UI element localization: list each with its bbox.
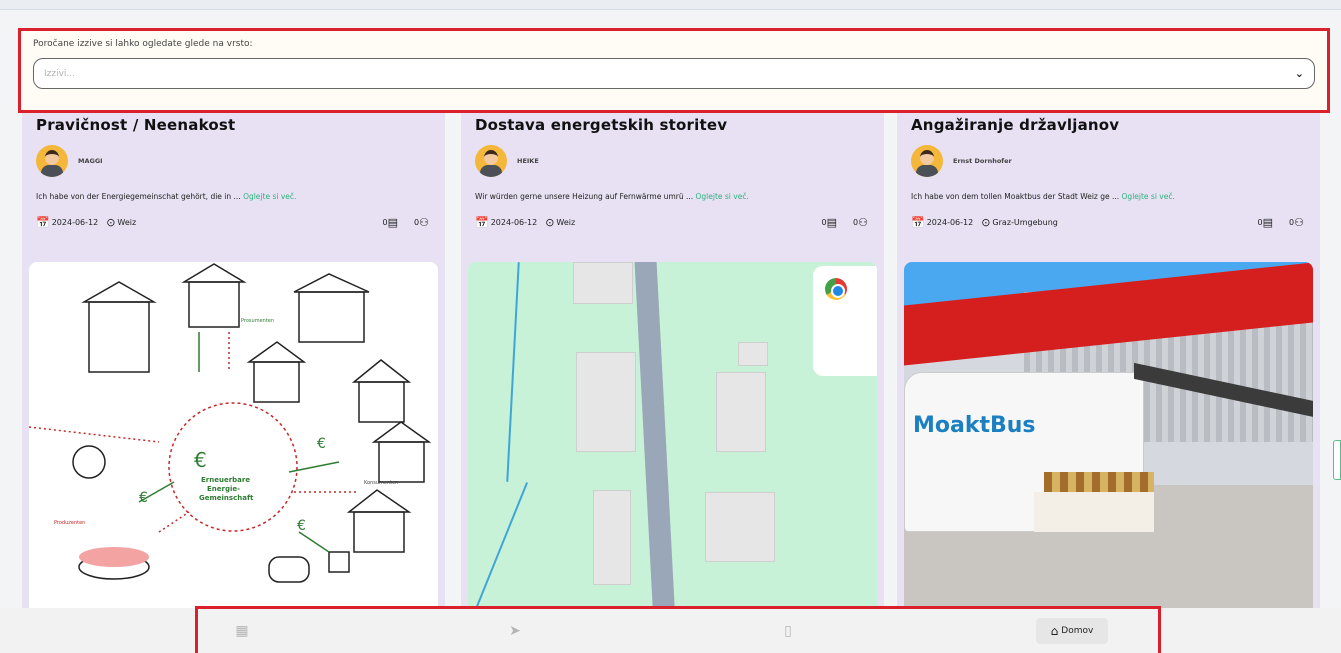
card-image-energy-community: € € € € Erneuerbare Energie- Gemeinschaf… bbox=[29, 262, 438, 610]
card-date: 2024-06-12 bbox=[51, 217, 99, 227]
location-pin-icon: ⊙ bbox=[106, 215, 116, 229]
card-location: Weiz bbox=[117, 217, 137, 227]
calendar-icon: 📅 bbox=[475, 215, 489, 229]
card-date: 2024-06-12 bbox=[490, 217, 538, 227]
chevron-down-icon: ⌄ bbox=[1294, 67, 1304, 80]
comment-icon[interactable]: ▤ bbox=[388, 216, 398, 229]
illus-prosumers: Prosumenten bbox=[241, 318, 274, 324]
card-location: Graz-Umgebung bbox=[992, 217, 1058, 227]
top-bar bbox=[0, 0, 1341, 10]
card-excerpt: Ich habe von der Energiegemeinschat gehö… bbox=[36, 192, 431, 201]
author-name: HEIKE bbox=[517, 157, 539, 165]
card-meta: 📅 2024-06-12 ⊙ Weiz 0 ▤ 0 ⚇ bbox=[475, 215, 870, 229]
see-more-link[interactable]: Oglejte si več. bbox=[1122, 192, 1175, 201]
calendar-icon: 📅 bbox=[36, 215, 50, 229]
illus-center-line2: Energie- bbox=[207, 485, 240, 493]
challenge-type-select[interactable]: Izzivi... ⌄ bbox=[33, 58, 1315, 89]
author-name: Ernst Dornhofer bbox=[953, 157, 1012, 165]
see-more-link[interactable]: Oglejte si več. bbox=[696, 192, 749, 201]
challenge-card[interactable]: Dostava energetskih storitev HEIKE Wir w… bbox=[461, 100, 884, 610]
card-title: Angažiranje državljanov bbox=[911, 116, 1120, 134]
challenge-filter: Poročane izzive si lahko ogledate glede … bbox=[18, 28, 1330, 113]
card-meta: 📅 2024-06-12 ⊙ Weiz 0 ▤ 0 ⚇ bbox=[36, 215, 431, 229]
browser-notification[interactable] bbox=[813, 266, 877, 376]
van-logo-text: MoaktBus bbox=[913, 413, 1036, 438]
svg-text:€: € bbox=[194, 448, 207, 472]
side-tab[interactable] bbox=[1333, 440, 1341, 480]
home-label: Domov bbox=[1061, 626, 1094, 636]
card-author: Ernst Dornhofer bbox=[911, 144, 1306, 178]
illus-center-line1: Erneuerbare bbox=[201, 476, 250, 484]
map-building bbox=[576, 352, 636, 452]
nav-map[interactable]: ▯ bbox=[778, 618, 798, 644]
chrome-icon bbox=[825, 278, 847, 300]
excerpt-text: Wir würden gerne unsere Heizung auf Fern… bbox=[475, 192, 694, 201]
challenge-card[interactable]: Angažiranje državljanov Ernst Dornhofer … bbox=[897, 100, 1320, 610]
card-title: Dostava energetskih storitev bbox=[475, 116, 728, 134]
location-pin-icon: ⊙ bbox=[981, 215, 991, 229]
card-excerpt: Wir würden gerne unsere Heizung auf Fern… bbox=[475, 192, 870, 201]
market-table bbox=[1034, 492, 1154, 532]
challenge-card[interactable]: Pravičnost / Neenakost MAGGI Ich habe vo… bbox=[22, 100, 445, 610]
card-meta: 📅 2024-06-12 ⊙ Graz-Umgebung 0 ▤ 0 ⚇ bbox=[911, 215, 1306, 229]
card-map[interactable] bbox=[468, 262, 877, 610]
card-excerpt: Ich habe von dem tollen Moaktbus der Sta… bbox=[911, 192, 1306, 201]
author-name: MAGGI bbox=[78, 157, 103, 165]
dashboard-icon: ▦ bbox=[235, 623, 249, 639]
avatar bbox=[911, 145, 943, 177]
send-icon: ➤ bbox=[509, 623, 521, 639]
excerpt-text: Ich habe von dem tollen Moaktbus der Sta… bbox=[911, 192, 1120, 201]
svg-text:€: € bbox=[297, 518, 306, 534]
location-pin-icon: ⊙ bbox=[545, 215, 555, 229]
map-road bbox=[634, 262, 676, 610]
user-support-icon[interactable]: ⚇ bbox=[419, 216, 429, 229]
card-date: 2024-06-12 bbox=[926, 217, 974, 227]
avatar bbox=[475, 145, 507, 177]
illus-consumers: Konsumenten bbox=[364, 480, 398, 486]
card-author: HEIKE bbox=[475, 144, 870, 178]
card-photo-moaktbus: MoaktBus bbox=[904, 262, 1313, 610]
illus-producers: Produzenten bbox=[54, 520, 85, 526]
map-building bbox=[593, 490, 631, 585]
filter-label: Poročane izzive si lahko ogledate glede … bbox=[33, 39, 253, 49]
map-building bbox=[738, 342, 768, 366]
map-stream bbox=[469, 482, 529, 610]
select-placeholder: Izzivi... bbox=[44, 68, 76, 79]
comment-icon[interactable]: ▤ bbox=[1263, 216, 1273, 229]
nav-home[interactable]: ⌂ Domov bbox=[1036, 618, 1108, 644]
user-support-icon[interactable]: ⚇ bbox=[1294, 216, 1304, 229]
map-stream bbox=[506, 262, 520, 482]
card-title: Pravičnost / Neenakost bbox=[36, 116, 236, 134]
see-more-link[interactable]: Oglejte si več. bbox=[243, 192, 296, 201]
nav-dashboard[interactable]: ▦ bbox=[232, 618, 252, 644]
avatar bbox=[36, 145, 68, 177]
user-support-icon[interactable]: ⚇ bbox=[858, 216, 868, 229]
nav-send[interactable]: ➤ bbox=[505, 618, 525, 644]
comment-icon[interactable]: ▤ bbox=[827, 216, 837, 229]
card-author: MAGGI bbox=[36, 144, 431, 178]
map-icon: ▯ bbox=[784, 623, 792, 639]
map-building bbox=[705, 492, 775, 562]
home-icon: ⌂ bbox=[1050, 624, 1059, 638]
map-building bbox=[716, 372, 766, 452]
card-location: Weiz bbox=[556, 217, 576, 227]
calendar-icon: 📅 bbox=[911, 215, 925, 229]
svg-text:€: € bbox=[317, 436, 326, 452]
svg-text:€: € bbox=[139, 490, 148, 506]
excerpt-text: Ich habe von der Energiegemeinschat gehö… bbox=[36, 192, 241, 201]
bottom-navigation: ▦ ➤ ▯ ⌂ Domov bbox=[0, 608, 1341, 653]
map-building bbox=[573, 262, 633, 304]
illus-center-line3: Gemeinschaft bbox=[199, 494, 254, 502]
